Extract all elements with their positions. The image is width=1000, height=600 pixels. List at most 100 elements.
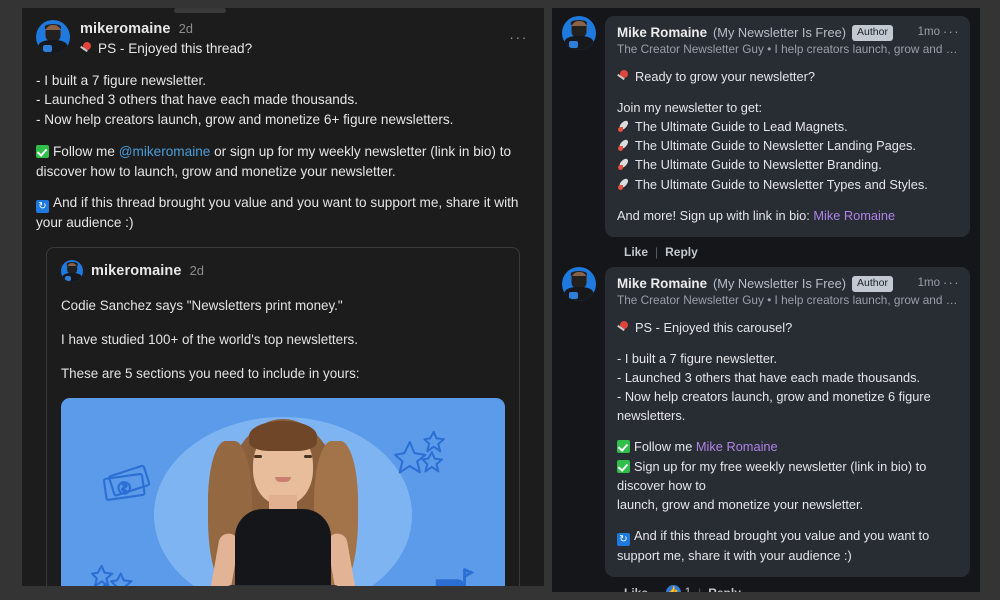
reply-button[interactable]: Reply [665,245,698,259]
comment-name-row: Mike Romaine (My Newsletter Is Free) Aut… [617,275,958,292]
post-username[interactable]: mikeromaine [80,21,171,37]
thumbs-up-icon [665,585,681,592]
rocket-icon [617,158,630,171]
stars-doodle-icon [90,564,133,586]
comment-item: 1mo ··· Mike Romaine (My Newsletter Is F… [562,16,970,259]
check-mark-button-icon [617,440,630,454]
check-mark-button-icon [617,459,630,473]
post-bullet: - Now help creators launch, grow and mon… [36,112,454,128]
post-share-text: And if this thread brought you value and… [36,195,519,231]
comment-item: 1mo ··· Mike Romaine (My Newsletter Is F… [562,266,970,592]
comment-menu-icon[interactable]: ··· [943,275,960,291]
comment-bullet: - Launched 3 others that have each made … [617,369,921,385]
comment-author-tagline: (My Newsletter Is Free) [713,25,847,41]
action-divider: | [698,586,701,592]
comment-avatar[interactable] [562,266,596,301]
recycle-arrows-icon: ↻ [617,533,630,547]
comment-bullets: - I built a 7 figure newsletter. - Launc… [617,349,958,426]
reaction-count: 1 [685,587,691,592]
comment-rocket-item: The Ultimate Guide to Newsletter Landing… [617,136,958,155]
person-photo [188,413,378,586]
app-stage: ··· mikeromaine 2d PS - Enjoyed this thr [0,0,1000,600]
post-header: mikeromaine 2d PS - Enjoyed this thread? [36,20,530,59]
embedded-image[interactable] [61,398,505,586]
like-button[interactable]: Like [624,586,648,592]
comment-name-row: Mike Romaine (My Newsletter Is Free) Aut… [617,25,958,41]
rocket-icon [617,120,630,133]
comment-closing: And more! Sign up with link in bio: Mike… [617,206,958,225]
post-menu-icon[interactable]: ··· [509,30,528,44]
comment-bubble: 1mo ··· Mike Romaine (My Newsletter Is F… [605,266,970,578]
quoted-line: I have studied 100+ of the world's top n… [61,332,358,348]
person-skirt [224,585,342,586]
person-mouth [275,477,291,483]
comment-author-name[interactable]: Mike Romaine [617,25,707,40]
comment-bullet: - Now help creators launch, grow and mon… [617,389,931,405]
comment-rocket-item: The Ultimate Guide to Newsletter Types a… [617,175,958,194]
post-name-row: mikeromaine 2d [80,21,530,37]
money-doodle-icon [102,465,151,502]
post-follow-pre: Follow me [53,143,119,159]
comment-actions: Like · 1 | Reply [624,585,970,592]
mention-link[interactable]: @mikeromaine [119,144,211,159]
post-bullet: - Launched 3 others that have each made … [36,92,358,108]
comment-bullet: - I built a 7 figure newsletter. [617,350,778,366]
comment-follow-line: Follow me Mike Romaine [617,437,958,456]
comment-author-headline: The Creator Newsletter Guy • I help crea… [617,292,958,307]
post-timestamp: 2d [178,21,194,36]
rocket-icon [617,139,630,152]
comment-follow-block: Follow me Mike Romaine Sign up for my fr… [617,437,958,514]
reaction-badge[interactable]: 1 [665,585,691,592]
comment-share-text: And if this thread brought you value and… [617,528,930,564]
comment-body: PS - Enjoyed this carousel? - I built a … [617,318,958,566]
profile-link[interactable]: Mike Romaine [696,439,778,454]
quoted-post[interactable]: mikeromaine 2d Codie Sanchez says "Newsl… [46,246,520,586]
action-dot: · [655,587,659,592]
pushpin-icon [617,70,630,83]
quoted-post-header: mikeromaine 2d [61,259,505,282]
comment-rocket-item: The Ultimate Guide to Newsletter Brandin… [617,155,958,174]
pushpin-icon [617,321,630,334]
comment-author-name[interactable]: Mike Romaine [617,276,707,291]
recycle-arrows-icon: ↻ [36,200,49,214]
author-badge: Author [852,275,893,292]
left-post-panel: ··· mikeromaine 2d PS - Enjoyed this thr [22,8,544,586]
quoted-avatar[interactable] [61,259,83,282]
comment-timestamp: 1mo [917,26,940,38]
comment-row: 1mo ··· Mike Romaine (My Newsletter Is F… [562,266,970,578]
comment-avatar[interactable] [562,16,596,50]
check-mark-button-icon [36,144,49,158]
avatar-logo [42,45,52,52]
quoted-line: Codie Sanchez says "Newsletters print mo… [61,297,343,313]
post-bullet: - I built a 7 figure newsletter. [36,72,207,88]
comment-signup-line: launch, grow and monetize your newslette… [617,497,864,512]
post-follow-paragraph: Follow me @mikeromaine or sign up for my… [36,142,530,181]
like-button[interactable]: Like [624,245,648,259]
person-eye-left [254,455,262,459]
comment-share-block: ↻ And if this thread brought you value an… [617,526,958,565]
rocket-icon [617,178,630,191]
comment-rocket-item: The Ultimate Guide to Lead Magnets. [617,117,958,136]
comment-lead-text: Ready to grow your newsletter? [635,68,815,84]
avatar-logo [65,276,72,281]
profile-link[interactable]: Mike Romaine [813,208,895,223]
comment-row: 1mo ··· Mike Romaine (My Newsletter Is F… [562,16,970,237]
post-bullets: - I built a 7 figure newsletter. - Launc… [36,71,530,130]
main-post: ··· mikeromaine 2d PS - Enjoyed this thr [22,8,544,586]
quoted-username[interactable]: mikeromaine [91,263,182,279]
pushpin-icon [80,42,93,55]
comment-intro: Join my newsletter to get: [617,99,763,115]
comment-body: Ready to grow your newsletter? Join my n… [617,67,958,225]
quoted-timestamp: 2d [189,263,205,279]
comment-menu-icon[interactable]: ··· [943,24,960,40]
person-hair-top [249,421,317,452]
quoted-line: These are 5 sections you need to include… [61,366,360,382]
reply-button[interactable]: Reply [708,586,741,592]
comments-panel: 1mo ··· Mike Romaine (My Newsletter Is F… [552,8,980,592]
comment-actions: Like | Reply [624,245,970,259]
comment-author-tagline: (My Newsletter Is Free) [713,276,847,292]
comment-author-headline: The Creator Newsletter Guy • I help crea… [617,41,958,56]
avatar[interactable] [36,20,70,54]
author-badge: Author [852,25,893,41]
stars-doodle-icon [394,430,446,474]
